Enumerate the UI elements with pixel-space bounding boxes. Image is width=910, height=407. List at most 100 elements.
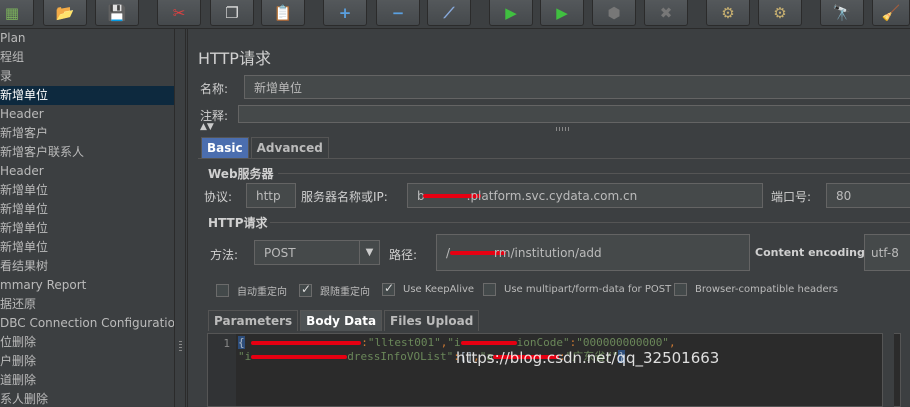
server-suffix: .platform.svc.cydata.com.cn <box>466 188 638 203</box>
tree-item[interactable]: Header <box>0 162 174 181</box>
tree-item[interactable]: 新增客户 <box>0 124 174 143</box>
body-tabs: Parameters Body Data Files Upload <box>208 310 481 331</box>
checkbox-label: 自动重定向 <box>237 287 287 298</box>
save-icon[interactable]: 💾 <box>95 0 139 26</box>
expand-icon[interactable]: + <box>323 0 367 26</box>
tree-item[interactable]: 新增单位 <box>0 200 174 219</box>
code-key-2: ionCode" <box>516 336 570 349</box>
editor-scrollbar[interactable] <box>882 333 894 407</box>
tree-item[interactable]: 录 <box>0 67 174 86</box>
checkbox-box[interactable] <box>483 283 496 296</box>
line-number-gutter: 1 <box>208 334 236 406</box>
tab-divider <box>198 158 910 159</box>
server-field[interactable]: b .platform.svc.cydata.com.cn <box>407 183 763 208</box>
cut-icon[interactable]: ✂ <box>157 0 201 26</box>
clear-icon[interactable]: ⚙ <box>706 0 750 26</box>
tree-item[interactable]: 户删除 <box>0 352 174 371</box>
collapse-icon[interactable]: − <box>376 0 420 26</box>
code-value-2: "000000000000" <box>576 336 669 349</box>
stop-icon[interactable]: ⬢ <box>592 0 636 26</box>
chevron-down-icon[interactable]: ▼ <box>359 241 379 264</box>
body-data-editor[interactable]: 1 { :"lltest001","i ionCode":"00000000000… <box>207 333 901 407</box>
web-server-divider <box>278 173 910 174</box>
tab-parameters[interactable]: Parameters <box>208 310 299 331</box>
option-checkbox[interactable]: Use KeepAlive <box>382 281 475 296</box>
tree-item[interactable]: 新增单位 <box>0 181 174 200</box>
port-field[interactable]: 80 <box>826 183 910 208</box>
name-field[interactable]: 新增单位 <box>244 75 910 99</box>
paste-icon[interactable]: 📋 <box>261 0 305 26</box>
checkbox-box[interactable] <box>382 281 395 296</box>
tree-item[interactable]: 新增客户联系人 <box>0 143 174 162</box>
watermark-text: https://blog.csdn.net/qq_32501663 <box>456 349 720 367</box>
template-icon[interactable]: ▦ <box>0 0 34 26</box>
copy-icon[interactable]: ❐ <box>210 0 254 26</box>
tab-advanced[interactable]: Advanced <box>250 137 329 158</box>
redaction-mark-3 <box>251 341 362 345</box>
protocol-label: 协议: <box>204 190 233 204</box>
option-checkbox[interactable]: Use multipart/form-data for POST <box>483 283 671 296</box>
tree-item[interactable]: 新增单位 <box>0 219 174 238</box>
redaction-mark-5 <box>251 355 348 359</box>
tree-item[interactable]: 新增单位 <box>0 238 174 257</box>
clear-all-icon[interactable]: ⚙ <box>758 0 802 26</box>
open-icon[interactable]: 📂 <box>43 0 87 26</box>
method-value: POST <box>264 245 296 260</box>
tree-item[interactable]: 新增单位 <box>0 86 174 105</box>
start-icon[interactable]: ▶ <box>489 0 533 26</box>
method-select[interactable]: POST ▼ <box>254 240 380 265</box>
tree-item[interactable]: DBC Connection Configuration <box>0 314 174 333</box>
server-label: 服务器名称或IP: <box>301 190 388 204</box>
shutdown-icon[interactable]: ✖ <box>644 0 688 26</box>
option-checkbox[interactable]: 跟随重定向 <box>299 282 370 298</box>
tree-item[interactable]: 据还原 <box>0 295 174 314</box>
tree-item[interactable]: 位删除 <box>0 333 174 352</box>
tree-item[interactable]: 看结果树 <box>0 257 174 276</box>
name-label: 名称: <box>200 82 229 96</box>
tab-body-data[interactable]: Body Data <box>300 310 383 331</box>
tree-item[interactable]: Header <box>0 105 174 124</box>
path-suffix: rm/institution/add <box>494 245 602 260</box>
tree-item[interactable]: 道删除 <box>0 371 174 390</box>
brace-open: { <box>238 336 245 349</box>
checkbox-box[interactable] <box>299 282 312 297</box>
checkbox-label: 跟随重定向 <box>320 287 370 298</box>
checkbox-label: Use multipart/form-data for POST <box>504 284 672 295</box>
splitter-handle[interactable] <box>179 341 182 353</box>
protocol-field[interactable]: http <box>246 183 296 208</box>
code-key-3: "i <box>238 350 252 363</box>
code-string-2: "i <box>447 336 461 349</box>
checkbox-box[interactable] <box>674 283 687 296</box>
page-title: HTTP请求 <box>198 49 271 68</box>
web-server-title: Web服务器 <box>208 167 274 181</box>
search-icon[interactable]: 🔭 <box>820 0 864 26</box>
comment-field[interactable] <box>238 105 910 123</box>
option-checkbox[interactable]: Browser-compatible headers <box>674 283 838 296</box>
tree-item[interactable]: Plan <box>0 29 174 48</box>
encoding-field[interactable]: utf-8 <box>864 234 910 271</box>
toolbar: ▦ 📂 💾 ✂ ❐ 📋 + − ⟋ ▶ ▶ ⬢ ✖ ⚙ ⚙ 🔭 🧹 <box>0 0 910 29</box>
checkbox-box[interactable] <box>216 284 229 297</box>
tree-item[interactable]: 程组 <box>0 48 174 67</box>
resize-handle[interactable] <box>556 127 569 131</box>
redaction-mark-4 <box>460 341 517 345</box>
tab-files-upload[interactable]: Files Upload <box>384 310 480 331</box>
tree-item[interactable]: 系人删除 <box>0 390 174 407</box>
path-field[interactable]: / rm/institution/add <box>436 234 750 271</box>
code-string-1: "lltest001" <box>367 336 441 349</box>
port-label: 端口号: <box>771 190 812 204</box>
method-label: 方法: <box>210 248 239 262</box>
collapse-arrows-icon[interactable]: ▲▼ <box>200 122 214 132</box>
tab-basic[interactable]: Basic <box>201 137 249 158</box>
splitter[interactable] <box>174 29 186 407</box>
toggle-icon[interactable]: ⟋ <box>427 0 471 26</box>
test-plan-tree[interactable]: Plan 程组录新增单位 Header 新增客户 新增客户联系人 Header 新增单位 新增… <box>0 29 174 407</box>
http-request-divider <box>270 222 910 223</box>
option-checkbox[interactable]: 自动重定向 <box>216 283 287 298</box>
start-no-pause-icon[interactable]: ▶ <box>540 0 584 26</box>
code-key-3-tail: dressInfoVOList" <box>347 350 454 363</box>
tree-item[interactable]: mmary Report <box>0 276 174 295</box>
reset-search-icon[interactable]: 🧹 <box>872 0 910 26</box>
checkbox-label: Use KeepAlive <box>403 284 475 295</box>
checkbox-label: Browser-compatible headers <box>695 284 838 295</box>
